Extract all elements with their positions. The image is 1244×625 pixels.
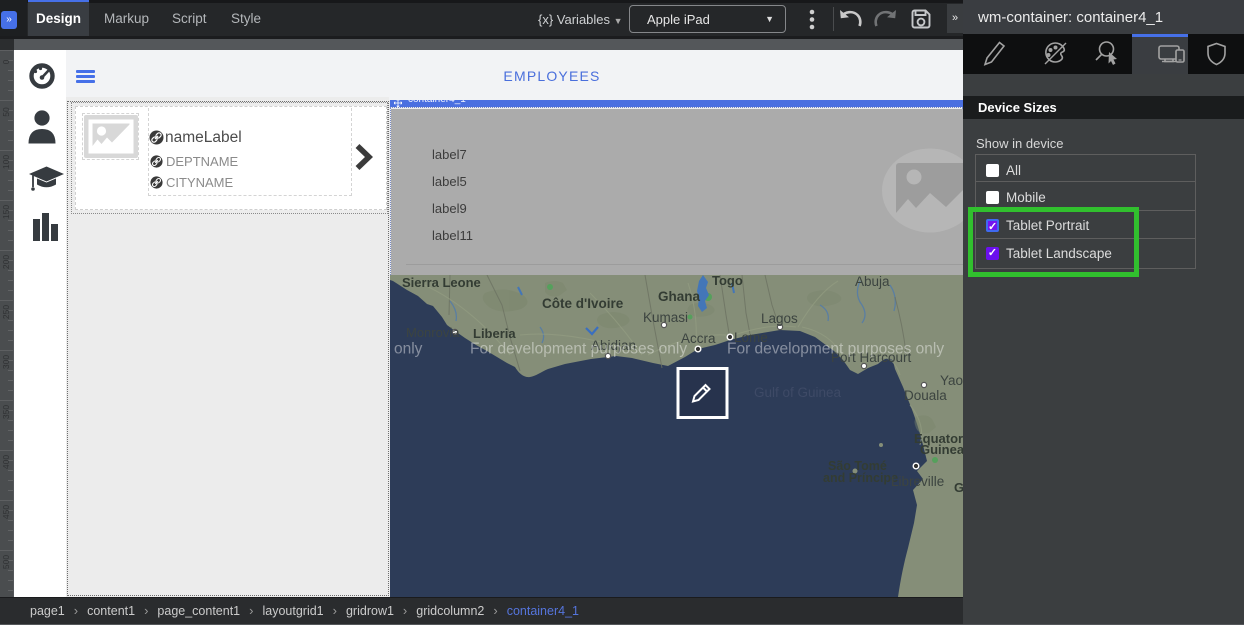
svg-text:Libreville: Libreville [891,474,944,489]
svg-text:Liberia: Liberia [473,326,516,341]
svg-text:only: only [394,341,423,358]
svg-text:Kumasi: Kumasi [643,310,688,325]
svg-text:Ga: Ga [954,480,963,495]
svg-text:Douala: Douala [904,388,947,403]
svg-text:Ghana: Ghana [658,289,701,304]
svg-text:For development purposes only: For development purposes only [470,341,687,358]
svg-text:Abuja: Abuja [855,275,890,289]
svg-text:For development purposes only: For development purposes only [727,341,944,358]
svg-text:Côte d'Ivoire: Côte d'Ivoire [542,296,624,311]
svg-text:Monrovia: Monrovia [406,325,460,340]
svg-text:Gulf of Guinea: Gulf of Guinea [754,385,842,400]
svg-text:Lagos: Lagos [761,311,798,326]
svg-text:Togo: Togo [712,275,743,288]
svg-text:Sierra Leone: Sierra Leone [402,275,481,290]
svg-text:Yaou: Yaou [940,373,963,388]
svg-text:Guinea: Guinea [920,442,963,457]
svg-text:and Príncipe: and Príncipe [823,471,898,485]
